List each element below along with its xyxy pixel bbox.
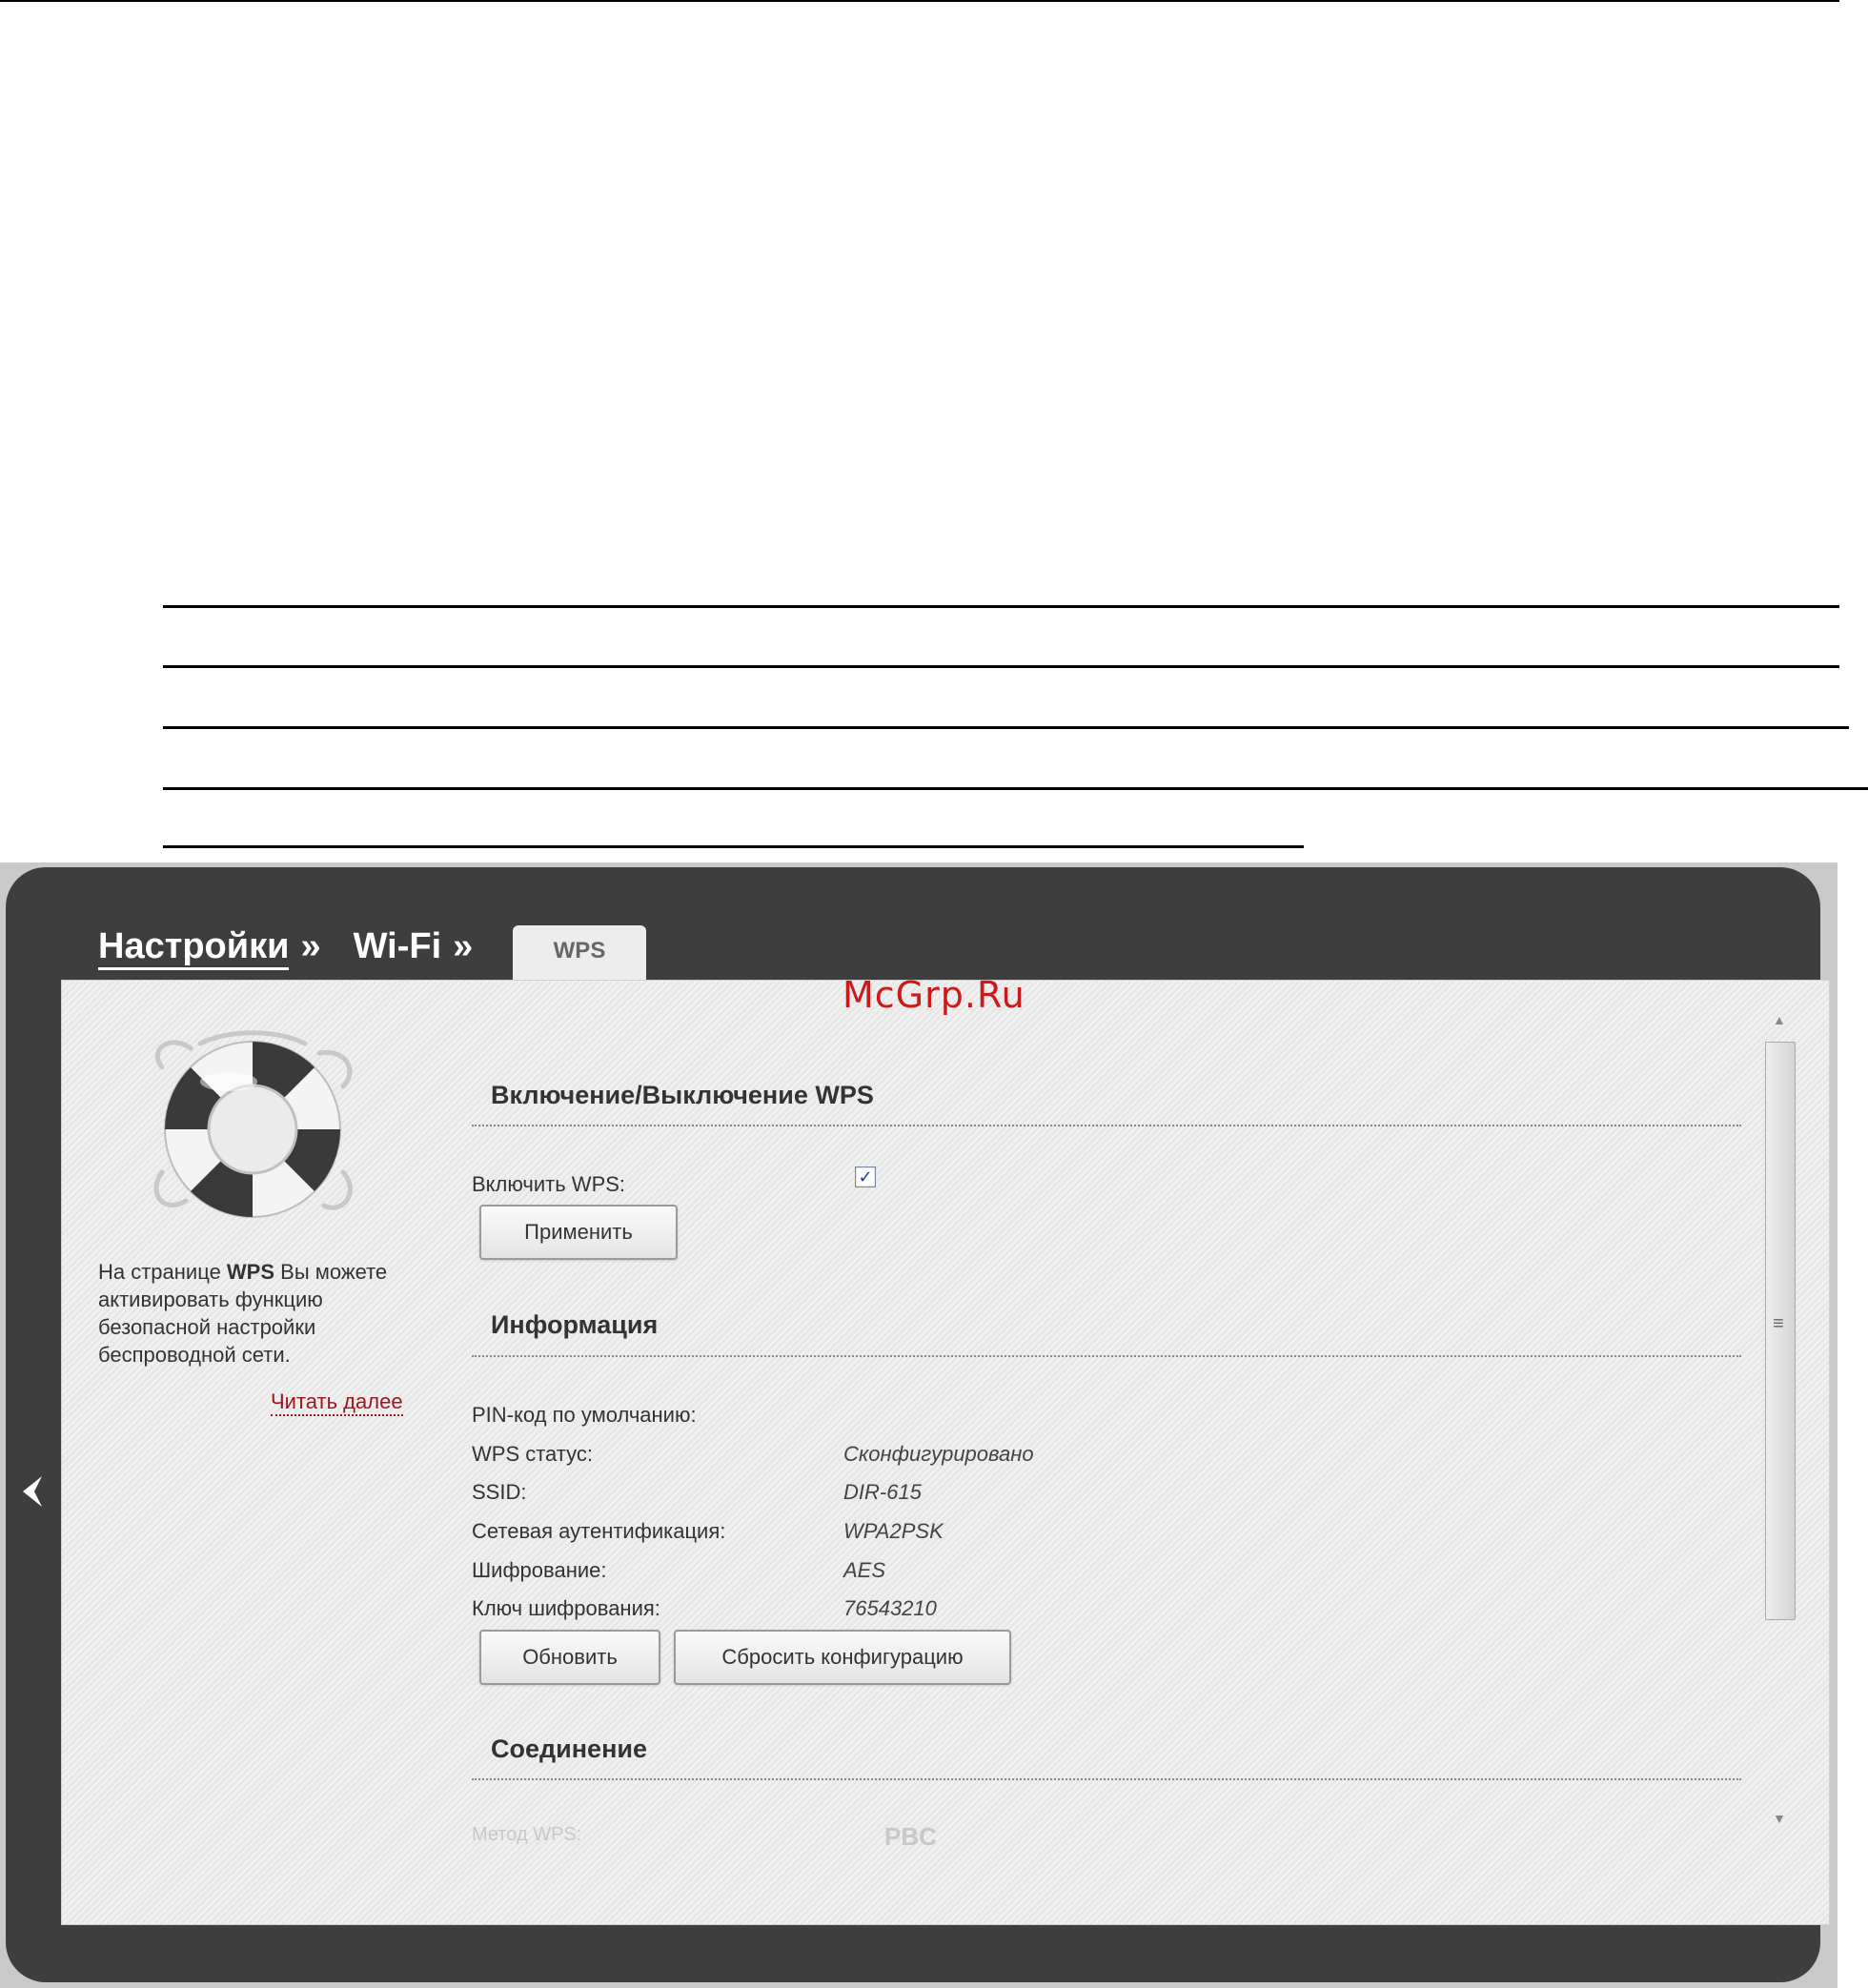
- blank-line: [163, 845, 1304, 848]
- blank-line: [163, 605, 1839, 608]
- reset-config-button[interactable]: Сбросить конфигурацию: [674, 1630, 1011, 1685]
- info-label: Шифрование:: [472, 1558, 607, 1582]
- breadcrumb-settings[interactable]: Настройки: [98, 926, 290, 970]
- scrollbar-grip-icon: ≡: [1773, 1313, 1784, 1334]
- breadcrumb-wifi[interactable]: Wi-Fi: [354, 926, 442, 967]
- scroll-down-icon[interactable]: ▼: [1773, 1811, 1786, 1826]
- scroll-up-icon[interactable]: ▲: [1773, 1012, 1786, 1027]
- blank-line: [163, 665, 1839, 668]
- info-label: Ключ шифрования:: [472, 1596, 660, 1620]
- section-divider: [472, 1355, 1741, 1357]
- info-value: WPA2PSK: [843, 1519, 944, 1543]
- lifebuoy-icon: [153, 1030, 353, 1218]
- info-value: DIR-615: [843, 1480, 922, 1504]
- info-label: WPS статус:: [472, 1442, 593, 1466]
- section-title-wps-toggle: Включение/Выключение WPS: [491, 1081, 874, 1109]
- enable-wps-checkbox[interactable]: ✓: [855, 1166, 876, 1187]
- breadcrumb-separator: »: [453, 926, 474, 966]
- info-label: Сетевая аутентификация:: [472, 1519, 726, 1543]
- section-divider: [472, 1778, 1741, 1780]
- breadcrumb: Настройки » Wi-Fi »: [98, 926, 505, 970]
- tab-wps[interactable]: WPS: [513, 925, 646, 983]
- blank-line: [163, 787, 1868, 790]
- apply-button[interactable]: Применить: [479, 1205, 678, 1260]
- section-divider: [472, 1125, 1741, 1126]
- info-value: AES: [843, 1558, 886, 1582]
- desc-prefix: На странице: [98, 1260, 227, 1284]
- collapse-arrow-icon[interactable]: [19, 1472, 48, 1511]
- desc-bold: WPS: [226, 1260, 275, 1284]
- sidebar-description: На странице WPS Вы можете активировать ф…: [98, 1258, 422, 1369]
- top-rule: [0, 0, 1839, 2]
- breadcrumb-separator: »: [300, 926, 321, 966]
- read-more-link[interactable]: Читать далее: [271, 1390, 403, 1416]
- wps-method-label: Метод WPS:: [472, 1824, 582, 1845]
- watermark: McGrp.Ru: [843, 974, 1025, 1016]
- wps-method-select[interactable]: PBC: [884, 1822, 937, 1852]
- info-label: PIN-код по умолчанию:: [472, 1403, 697, 1427]
- section-title-connection: Соединение: [491, 1734, 647, 1763]
- info-label: SSID:: [472, 1480, 527, 1504]
- refresh-button[interactable]: Обновить: [479, 1630, 660, 1685]
- section-title-info: Информация: [491, 1310, 659, 1339]
- blank-line: [163, 726, 1849, 729]
- info-value: 76543210: [843, 1596, 937, 1620]
- enable-wps-label: Включить WPS:: [472, 1172, 626, 1196]
- info-value: Сконфигурировано: [843, 1442, 1034, 1466]
